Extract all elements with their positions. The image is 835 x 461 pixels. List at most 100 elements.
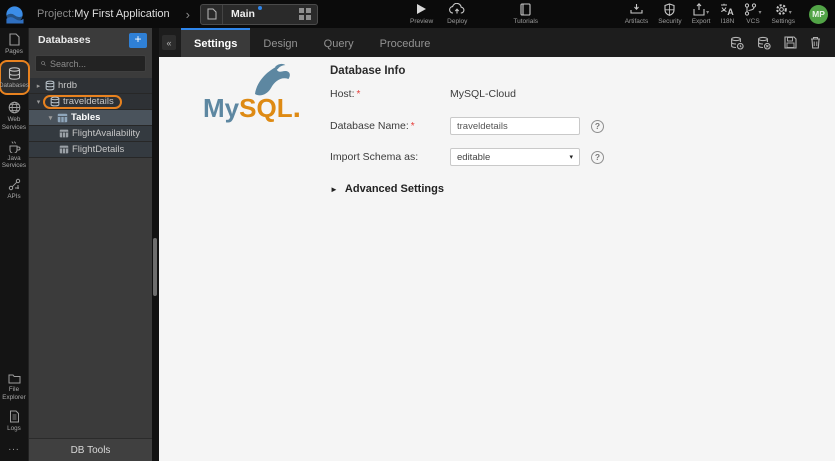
advanced-settings-label: Advanced Settings xyxy=(344,183,444,195)
sidebar-item-web-services[interactable]: Web Services xyxy=(1,96,28,134)
apis-icon xyxy=(8,179,20,191)
page-selector[interactable]: Main xyxy=(200,3,319,25)
security-button[interactable]: Security xyxy=(658,0,682,28)
more-menu-button[interactable]: ... xyxy=(8,436,19,461)
sidebar-item-databases[interactable]: Databases xyxy=(0,62,30,94)
database-panel: Databases + ▸ hrdb ▾ traveldetails ▾ xyxy=(28,28,152,461)
tree-item-tables[interactable]: ▾ Tables xyxy=(29,110,152,126)
mysql-logo-sql: SQL xyxy=(239,93,293,123)
deploy-label: Deploy xyxy=(447,18,468,25)
grid-icon[interactable] xyxy=(299,8,312,20)
settings-label: Settings xyxy=(771,18,796,25)
dropdown-caret-icon: ▾ xyxy=(569,154,573,161)
pages-icon xyxy=(9,33,20,46)
svg-text:MySQL.: MySQL. xyxy=(203,91,301,124)
tree-item-label: FlightDetails xyxy=(72,144,125,155)
tutorials-label: Tutorials xyxy=(513,18,539,25)
tables-folder-icon xyxy=(57,113,68,123)
tree-item-label: hrdb xyxy=(58,80,78,91)
export-button[interactable]: ▾ Export xyxy=(692,0,710,28)
deploy-button[interactable]: Deploy xyxy=(447,0,467,28)
topbar-right-actions: Artifacts Security ▾ Export A I18N ▾ VCS… xyxy=(625,0,835,28)
sidebar-item-logs[interactable]: Logs xyxy=(1,405,28,436)
settings-icon xyxy=(775,4,787,15)
table-icon xyxy=(59,129,69,138)
caret-down-icon[interactable]: ▾ xyxy=(34,98,43,106)
rail-label: File Explorer xyxy=(2,386,26,401)
tree-item-traveldetails[interactable]: ▾ traveldetails xyxy=(29,94,152,110)
page-icon xyxy=(201,4,224,24)
scrollbar-thumb[interactable] xyxy=(153,238,157,296)
required-marker: * xyxy=(356,89,361,100)
host-row: Host: * MySQL-Cloud xyxy=(330,88,800,100)
caret-right-icon[interactable]: ▸ xyxy=(34,82,43,90)
database-name-input[interactable] xyxy=(450,117,580,135)
export-database-icon[interactable] xyxy=(757,36,771,50)
i18n-button[interactable]: A I18N xyxy=(720,0,734,28)
database-name-label: Database Name: * xyxy=(330,120,415,132)
rail-label: Logs xyxy=(7,424,21,432)
settings-button[interactable]: ▾ Settings xyxy=(771,0,796,28)
chevron-down-icon: ▾ xyxy=(706,10,710,16)
tree-item-flightdetails[interactable]: FlightDetails xyxy=(29,142,152,158)
expander-icon: ► xyxy=(330,184,338,194)
search-icon xyxy=(41,61,46,66)
import-schema-label: Import Schema as: xyxy=(330,151,419,163)
project-prefix: Project: xyxy=(37,8,75,20)
tree-item-label: traveldetails xyxy=(63,96,114,107)
required-marker: * xyxy=(410,121,415,132)
database-panel-header: Databases + xyxy=(29,28,152,52)
db-action-icons xyxy=(730,35,821,50)
rail-label: Databases xyxy=(0,82,30,90)
project-name: My First Application xyxy=(74,8,170,20)
run-actions: Preview Deploy xyxy=(410,0,467,28)
caret-down-icon[interactable]: ▾ xyxy=(46,114,55,122)
tree-item-hrdb[interactable]: ▸ hrdb xyxy=(29,78,152,94)
import-schema-select[interactable]: editable ▾ xyxy=(450,148,580,166)
preview-button[interactable]: Preview xyxy=(410,0,433,28)
vcs-button[interactable]: ▾ VCS xyxy=(744,0,762,28)
db-tools-button[interactable]: DB Tools xyxy=(29,438,152,461)
chevron-down-icon: ▾ xyxy=(758,10,762,16)
help-icon[interactable]: ? xyxy=(591,119,604,133)
database-icon xyxy=(50,96,60,107)
tab-procedure[interactable]: Procedure xyxy=(367,28,444,57)
file-explorer-icon xyxy=(8,374,20,384)
artifacts-button[interactable]: Artifacts xyxy=(625,0,648,28)
rail-label: Pages xyxy=(5,48,23,55)
tab-design[interactable]: Design xyxy=(250,28,310,57)
user-avatar[interactable]: MP xyxy=(809,4,828,24)
sidebar-item-file-explorer[interactable]: File Explorer xyxy=(1,368,28,404)
sidebar-item-java-services[interactable]: Java Services xyxy=(1,135,28,173)
mysql-logo-my: My xyxy=(203,93,240,123)
search-box[interactable] xyxy=(35,55,146,72)
top-bar: Project:My First Application › Main Prev… xyxy=(0,0,835,28)
reimport-database-icon[interactable] xyxy=(730,36,744,50)
i18n-label: I18N xyxy=(720,18,735,25)
tree-item-flightavailability[interactable]: FlightAvailability xyxy=(29,126,152,142)
security-icon xyxy=(664,3,675,17)
wavemaker-logo-icon xyxy=(5,5,24,24)
sidebar-item-apis[interactable]: APIs xyxy=(1,173,28,204)
save-icon[interactable] xyxy=(784,35,797,50)
tutorials-button[interactable]: Tutorials xyxy=(513,0,538,28)
help-icon[interactable]: ? xyxy=(591,150,604,164)
databases-icon xyxy=(8,67,20,80)
rail-label: Java Services xyxy=(1,154,27,170)
wavemaker-logo[interactable] xyxy=(0,0,28,28)
panel-scrollbar[interactable] xyxy=(152,28,159,461)
tab-query[interactable]: Query xyxy=(311,28,367,57)
search-input[interactable] xyxy=(50,58,140,69)
database-tree: ▸ hrdb ▾ traveldetails ▾ Tables FlightAv… xyxy=(29,78,152,158)
security-label: Security xyxy=(658,18,682,25)
mysql-logo: MySQL. xyxy=(203,63,303,130)
advanced-settings-toggle[interactable]: ► Advanced Settings xyxy=(330,183,800,195)
delete-icon[interactable] xyxy=(810,36,821,50)
web-services-icon xyxy=(8,102,20,114)
collapse-panel-button[interactable]: « xyxy=(162,35,176,50)
sidebar-item-pages[interactable]: Pages xyxy=(1,28,28,59)
tab-settings[interactable]: Settings xyxy=(181,28,251,57)
main-area: « Settings Design Query Procedure MySQL.… xyxy=(159,28,835,461)
deploy-icon xyxy=(449,3,465,17)
add-database-button[interactable]: + xyxy=(129,32,147,48)
